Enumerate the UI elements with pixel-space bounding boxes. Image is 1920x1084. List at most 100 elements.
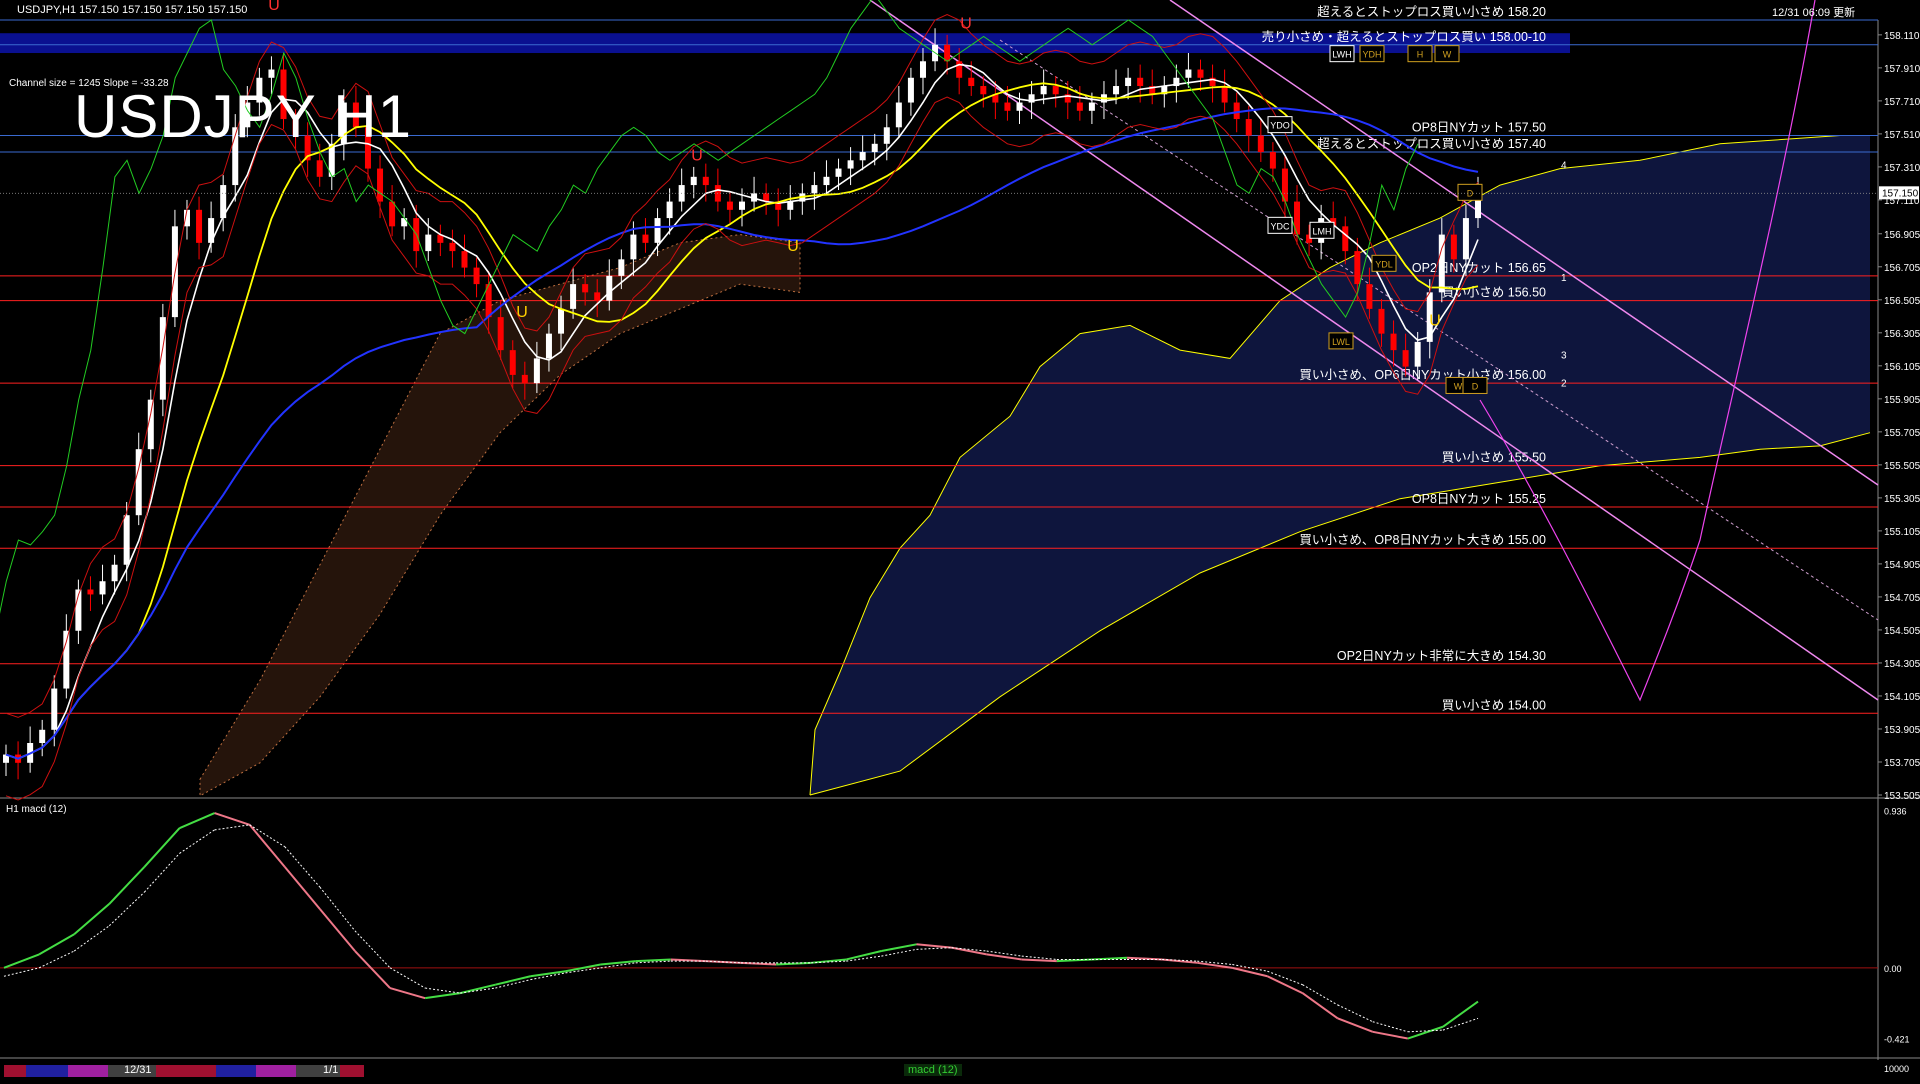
- candle: [606, 275, 613, 301]
- signal-marker-0: U: [268, 0, 280, 14]
- y-tick-label-20: 154.105: [1884, 692, 1920, 703]
- candle: [87, 589, 94, 595]
- macd-segment: [283, 866, 321, 910]
- macd-signal-segment: [916, 947, 952, 950]
- marker-text-1: YDH: [1362, 50, 1381, 60]
- candle: [509, 350, 516, 375]
- candle: [847, 160, 854, 169]
- candle: [702, 176, 709, 186]
- macd-segment: [354, 950, 391, 989]
- candle: [907, 77, 914, 103]
- candle: [919, 61, 926, 78]
- candle: [895, 102, 902, 128]
- candle: [377, 168, 384, 202]
- candle: [1257, 135, 1264, 153]
- y-tick-label-12: 155.705: [1884, 428, 1920, 439]
- macd-signal-segment: [389, 967, 426, 989]
- level-label-1: 売り小さめ・超えるとストップロス買い 158.00-10: [1262, 29, 1546, 44]
- macd-signal-segment: [1337, 1004, 1373, 1023]
- candle: [594, 292, 601, 301]
- y-tick-label-19: 154.305: [1884, 659, 1920, 670]
- macd-segment: [214, 812, 250, 826]
- marker-text-4: YDO: [1270, 121, 1290, 131]
- y-tick-label-16: 154.905: [1884, 560, 1920, 571]
- macd-segment: [3, 953, 40, 969]
- macd-segment: [179, 812, 215, 830]
- candle: [1221, 86, 1228, 103]
- candle: [1004, 102, 1011, 111]
- candle: [461, 251, 468, 268]
- candle: [1113, 86, 1120, 95]
- macd-segment: [248, 824, 286, 868]
- y-tick-label-18: 154.505: [1884, 626, 1920, 637]
- date-label-2: 1/1: [323, 1064, 339, 1076]
- marker-text-5: YDC: [1270, 221, 1290, 231]
- candle: [1378, 308, 1385, 334]
- level-label-6: 買い小さめ、OP6日NYカット小さめ 156.00: [1299, 368, 1546, 382]
- macd-segment: [1407, 1025, 1444, 1040]
- last-price-label: 157.150: [1882, 188, 1919, 199]
- channel-mark-1: 1: [1561, 273, 1567, 284]
- candle: [533, 358, 540, 384]
- candle: [1052, 86, 1059, 95]
- candle: [642, 234, 649, 243]
- candle: [425, 234, 432, 252]
- macd-signal-segment: [1302, 984, 1338, 1006]
- candle: [558, 308, 565, 334]
- candle: [570, 284, 577, 309]
- macd-signal-segment: [144, 853, 180, 893]
- signal-marker-3: U: [516, 304, 528, 321]
- macd-segment: [38, 933, 75, 956]
- candle: [1125, 77, 1132, 87]
- channel-mark-2: 2: [1561, 378, 1567, 389]
- candle: [1040, 86, 1047, 95]
- macd-segment: [635, 958, 671, 963]
- candle: [787, 201, 794, 210]
- candle: [654, 218, 661, 243]
- candle: [739, 201, 745, 210]
- indicator-tab[interactable]: macd (12): [904, 1064, 962, 1076]
- y-tick-label-11: 155.905: [1884, 395, 1920, 406]
- timestamp: 12/31 06:09 更新: [1772, 7, 1856, 19]
- y-tick-label-6: 156.905: [1884, 230, 1920, 241]
- candle: [389, 201, 396, 227]
- y-tick-label-14: 155.305: [1884, 494, 1920, 505]
- macd-segment: [986, 953, 1022, 961]
- date-label-1: 12/31: [124, 1064, 152, 1076]
- candle: [316, 160, 323, 177]
- macd-title: H1 macd (12): [6, 804, 67, 815]
- marker-text-7: YDL: [1375, 259, 1393, 269]
- candle: [859, 152, 866, 161]
- y-tick-label-0: 158.110: [1884, 31, 1920, 42]
- candle: [1233, 102, 1240, 120]
- chart-svg: 超えるとストップロス買い小さめ 158.20 売り小さめ・超えるとストップロス買い…: [0, 0, 1920, 1060]
- signal-marker-4: U: [787, 238, 799, 255]
- y-tick-label-9: 156.305: [1884, 329, 1920, 340]
- macd-signal-segment: [214, 824, 250, 831]
- macd-segment: [881, 943, 917, 953]
- candle: [123, 515, 130, 565]
- macd-segment: [951, 946, 987, 956]
- candle: [51, 688, 58, 730]
- candle: [268, 69, 275, 78]
- candle: [871, 143, 878, 153]
- level-label-8: OP8日NYカット 155.25: [1412, 492, 1546, 506]
- candle: [449, 242, 456, 252]
- macd-segment: [1301, 992, 1339, 1020]
- candle: [726, 201, 733, 210]
- candle: [1076, 102, 1083, 111]
- y-tick-label-21: 153.905: [1884, 725, 1920, 736]
- level-label-5: 買い小さめ 156.50: [1442, 286, 1546, 300]
- candle: [545, 333, 552, 359]
- y-tick-label-3: 157.510: [1884, 130, 1920, 141]
- channel-mark-3: 3: [1561, 350, 1567, 361]
- candle: [1366, 284, 1373, 309]
- macd-signal-segment: [354, 930, 391, 969]
- y-tick-label-1: 157.910: [1884, 64, 1920, 75]
- macd-segment: [108, 866, 146, 905]
- marker-text-3: W: [1443, 50, 1452, 60]
- macd-segment: [495, 975, 531, 986]
- candle: [1137, 77, 1144, 87]
- candle: [473, 267, 480, 285]
- macd-signal-segment: [249, 824, 286, 848]
